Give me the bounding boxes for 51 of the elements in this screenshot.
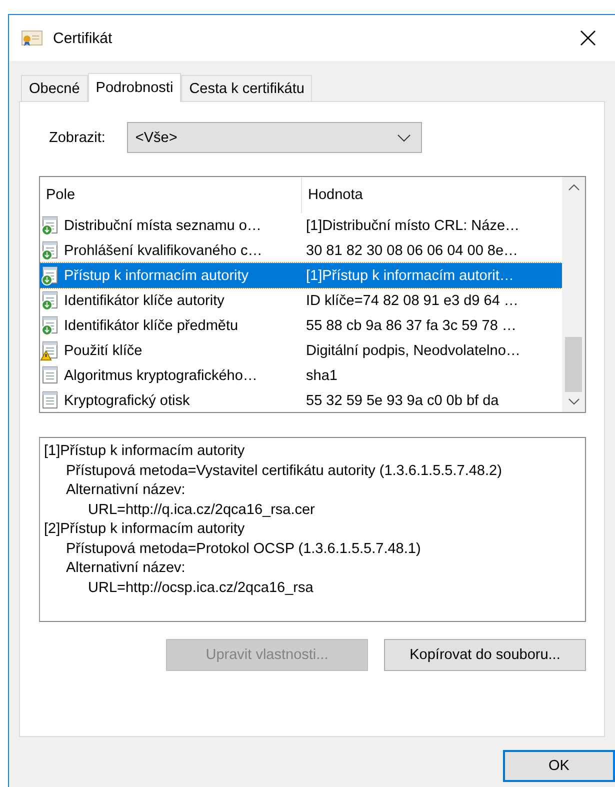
field-value: sha1 [305,368,338,384]
list-row[interactable]: Prohlášení kvalifikovaného c… 30 81 82 30 08 06 06 04 00 8e… [40,238,562,263]
field-value: 30 81 82 30 08 06 06 04 00 8e… [305,242,520,258]
column-header[interactable]: Hodnota [302,177,562,213]
field-value: ID klíče=74 82 08 91 e3 d9 64 … [305,292,520,308]
tab[interactable]: Cesta k certifikátu [181,75,312,101]
close-icon [580,30,596,46]
list-row[interactable]: Použití klíče Digitální podpis, Neodvolatelno… [40,338,562,363]
ok-button[interactable]: OK [503,750,615,782]
detail-line: Alternativní název: [65,481,186,500]
show-label: Zobrazit: [49,130,106,146]
field-value: [1]Přístup k informacím autorit… [305,268,515,284]
detail-line: URL=http://ocsp.ica.cz/2qca16_rsa [87,578,314,598]
list-row[interactable]: Kryptografický otisk 55 32 59 5e 93 9a c0 0b bf da [40,388,562,412]
field-value: 55 88 cb 9a 86 37 fa 3c 59 78 … [305,318,518,334]
chevron-down-icon [397,134,412,142]
detail-line: [2]Přístup k informacím autority [44,520,246,539]
certificate-icon [21,29,43,47]
field-name: Použití klíče [63,342,144,358]
document-icon [40,390,60,410]
field-name: Identifikátor klíče autority [63,292,226,308]
list-row[interactable]: Identifikátor klíče autority ID klíče=74 82 08 91 e3 d9 64 … [40,288,562,313]
list-row[interactable]: Distribuční místa seznamu o… [1]Distribuční místo CRL: Náze… [40,213,562,238]
detail-line: Alternativní název: [65,559,186,578]
field-name: Distribuční místa seznamu o… [63,218,262,234]
window-title: Certifikát [53,30,114,46]
column-header[interactable]: Pole [40,177,302,213]
detail-line: Přístupová metoda=Protokol OCSP (1.3.6.1.5.5.7.48.1) [65,540,422,558]
tab[interactable]: Podrobnosti [88,73,182,102]
list-row[interactable]: Identifikátor klíče předmětu 55 88 cb 9a 86 37 fa 3c 59 78 … [40,313,562,338]
detail-line: URL=http://q.ica.cz/2qca16_rsa.cer [87,500,316,520]
field-name: Identifikátor klíče předmětu [63,318,240,334]
field-value: Digitální podpis, Neodvolatelno… [305,342,522,358]
tab[interactable]: Obecné [21,75,88,101]
scrollbar[interactable] [562,177,585,412]
chevron-up-icon [568,183,580,191]
field-value: 55 32 59 5e 93 9a c0 0b bf da [305,392,500,408]
detail-line: Přístupová metoda=Vystavitel certifikátu autority (1.3.6.1.5.5.7.48.2) [65,462,503,480]
detail-line: [1]Přístup k informacím autority [44,442,246,461]
show-dropdown[interactable]: <Vše> [127,122,422,153]
document-icon [40,366,60,386]
field-name: Prohlášení kvalifikovaného c… [63,242,264,258]
scrollbar-thumb[interactable] [565,337,582,392]
field-name: Přístup k informacím autority [63,268,250,284]
list-row[interactable]: Algoritmus kryptografického… sha1 [40,363,562,388]
chevron-down-icon [568,398,580,406]
field-name: Algoritmus kryptografického… [63,368,258,384]
list-row[interactable]: Přístup k informacím autority [1]Přístup k informacím autorit… [40,263,562,288]
field-name: Kryptografický otisk [63,392,191,408]
action-button[interactable]: Kopírovat do souboru... [384,639,586,671]
field-value: [1]Distribuční místo CRL: Náze… [305,218,521,234]
